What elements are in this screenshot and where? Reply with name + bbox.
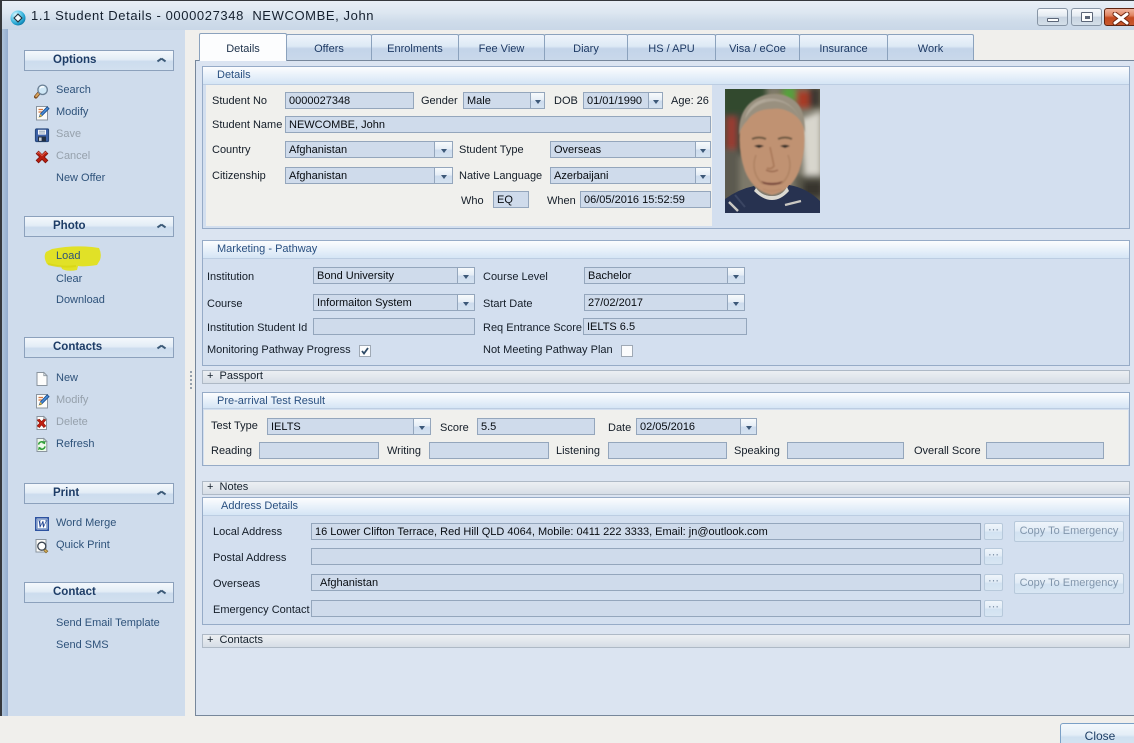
- svg-text:W: W: [37, 520, 47, 531]
